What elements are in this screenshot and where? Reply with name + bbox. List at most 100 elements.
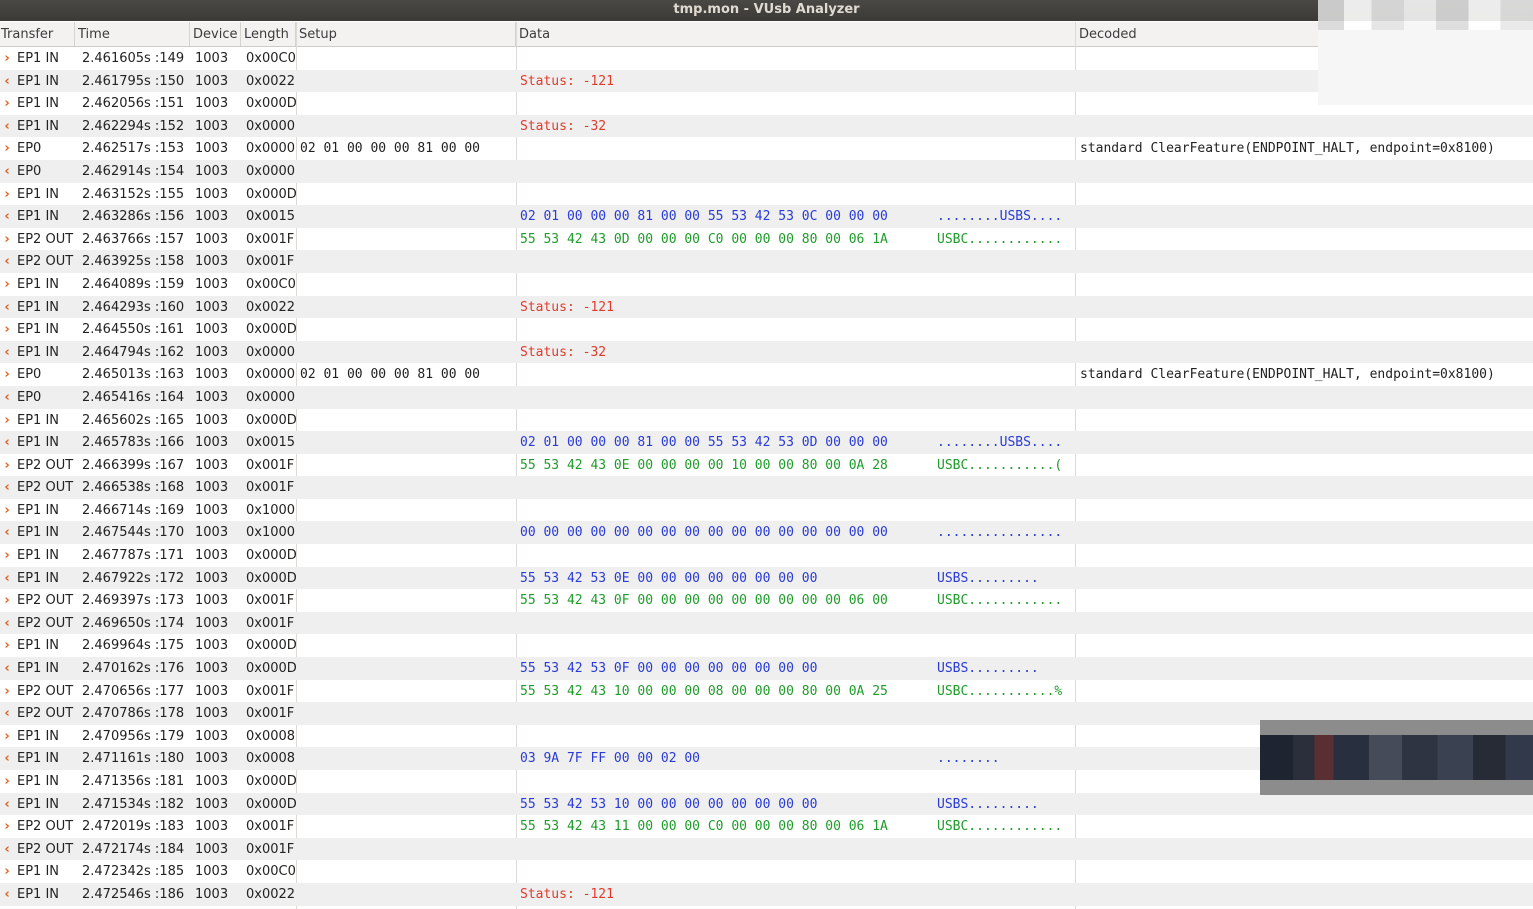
complete-arrow-icon: ‹ (4, 435, 10, 451)
transfer-label: EP1 IN (17, 886, 60, 902)
table-row[interactable]: ‹ EP1 IN 2.471534s :182 1003 0x000D 55 53 42 … (0, 792, 1533, 816)
table-row[interactable]: › EP2 OUT 2.469397s :173 1003 0x001F 55 53 42… (0, 589, 1533, 612)
length-cell: 0x001F (246, 480, 295, 496)
data-cell: Status: -121 (520, 73, 614, 89)
data-cell: 55 53 42 53 10 00 00 00 00 00 00 00 00 (520, 796, 818, 812)
column-header-time[interactable]: Time (75, 22, 190, 46)
device-cell: 1003 (195, 819, 229, 835)
table-row[interactable]: › EP1 IN 2.464089s :159 1003 0x00C0 (0, 273, 1533, 296)
length-cell: 0x000D (246, 412, 297, 428)
table-row[interactable]: › EP2 OUT 2.472019s :183 1003 0x001F 55 53 42… (0, 815, 1533, 838)
length-cell: 0x000D (246, 774, 297, 789)
table-row[interactable]: ‹ EP0 2.462914s :154 1003 0x0000 (0, 159, 1533, 183)
table-row[interactable]: › EP1 IN 2.464550s :161 1003 0x000D (0, 318, 1533, 341)
length-cell: 0x001F (246, 231, 295, 247)
table-row[interactable]: › EP0 2.462517s :153 1003 0x0000 02 01 00 00 … (0, 137, 1533, 160)
table-row[interactable]: ‹ EP2 OUT 2.469650s :174 1003 0x001F (0, 611, 1533, 635)
column-header-length[interactable]: Length (241, 22, 296, 46)
time-cell: 2.465602s :165 (82, 412, 185, 428)
transfer-cell: › EP1 IN (0, 273, 74, 296)
time-cell: 2.472342s :185 (82, 864, 185, 880)
submit-arrow-icon: › (4, 96, 10, 112)
table-row[interactable]: ‹ EP2 OUT 2.466538s :168 1003 0x001F (0, 476, 1533, 499)
time-cell: 2.465013s :163 (82, 367, 185, 383)
column-header-transfer[interactable]: Transfer (0, 22, 75, 46)
device-cell: 1003 (195, 118, 229, 134)
complete-arrow-icon: ‹ (4, 661, 10, 677)
transfer-cell: › EP1 IN (0, 499, 74, 522)
table-row[interactable]: › EP2 OUT 2.470656s :177 1003 0x001F 55 53 42… (0, 680, 1533, 703)
device-cell: 1003 (195, 661, 229, 677)
table-row[interactable]: ‹ EP1 IN 2.461795s :150 1003 0x0022 Status: -… (0, 69, 1533, 93)
length-cell: 0x0015 (246, 435, 296, 451)
column-header-device[interactable]: Device (190, 22, 241, 46)
length-cell: 0x0008 (246, 728, 296, 744)
device-cell: 1003 (195, 344, 229, 360)
submit-arrow-icon: › (4, 502, 10, 518)
transfer-cell: ‹ EP1 IN (0, 883, 74, 906)
table-row[interactable]: › EP2 OUT 2.463766s :157 1003 0x001F 55 53 42… (0, 228, 1533, 251)
submit-arrow-icon: › (4, 322, 10, 338)
table-row[interactable]: ‹ EP1 IN 2.463286s :156 1003 0x0015 02 01 00 … (0, 205, 1533, 228)
time-cell: 2.472546s :186 (82, 886, 185, 902)
table-row[interactable]: ‹ EP1 IN 2.470162s :176 1003 0x000D 55 53 42 … (0, 657, 1533, 680)
submit-arrow-icon: › (4, 728, 10, 744)
submit-arrow-icon: › (4, 819, 10, 835)
device-cell: 1003 (195, 254, 229, 270)
table-row[interactable]: ‹ EP2 OUT 2.472174s :184 1003 0x001F (0, 837, 1533, 861)
table-row[interactable]: ‹ EP1 IN 2.464794s :162 1003 0x0000 Status: -… (0, 340, 1533, 364)
table-row[interactable]: › EP1 IN 2.472342s :185 1003 0x00C0 (0, 860, 1533, 883)
length-cell: 0x0015 (246, 209, 296, 225)
device-cell: 1003 (195, 728, 229, 744)
column-header-setup[interactable]: Setup (296, 22, 516, 46)
transfer-cell: ‹ EP0 (0, 160, 74, 183)
table-row[interactable]: › EP1 IN 2.469964s :175 1003 0x000D (0, 634, 1533, 657)
device-cell: 1003 (195, 706, 229, 722)
length-cell: 0x0000 (246, 118, 296, 134)
transfer-cell: ‹ EP2 OUT (0, 838, 74, 861)
length-cell: 0x0022 (246, 886, 296, 902)
table-row[interactable]: ‹ EP1 IN 2.467922s :172 1003 0x000D 55 53 42 … (0, 566, 1533, 590)
data-cell: Status: -121 (520, 299, 614, 315)
table-row[interactable]: › EP1 IN 2.465602s :165 1003 0x000D (0, 409, 1533, 432)
table-row[interactable]: ‹ EP1 IN 2.462294s :152 1003 0x0000 Status: -… (0, 114, 1533, 138)
column-header-data[interactable]: Data (516, 22, 1076, 46)
device-cell: 1003 (195, 209, 229, 225)
table-row[interactable]: ‹ EP1 IN 2.465783s :166 1003 0x0015 02 01 00 … (0, 431, 1533, 454)
length-cell: 0x001F (246, 706, 295, 722)
table-row[interactable]: › EP0 2.465013s :163 1003 0x0000 02 01 00 00 … (0, 363, 1533, 386)
data-cell: 55 53 42 43 0E 00 00 00 00 10 00 00 80 0… (520, 457, 888, 473)
submit-arrow-icon: › (4, 683, 10, 699)
time-cell: 2.471356s :181 (82, 774, 185, 789)
table-row[interactable]: › EP2 OUT 2.466399s :167 1003 0x001F 55 53 42… (0, 454, 1533, 477)
data-cell: 55 53 42 53 0F 00 00 00 00 00 00 00 00 (520, 661, 818, 677)
length-cell: 0x000D (246, 661, 297, 677)
transfer-cell: ‹ EP1 IN (0, 793, 74, 816)
transfer-label: EP1 IN (17, 299, 60, 315)
complete-arrow-icon: ‹ (4, 344, 10, 360)
table-row[interactable]: › EP1 IN 2.467787s :171 1003 0x000D (0, 544, 1533, 567)
table-row[interactable]: ‹ EP1 IN 2.472546s :186 1003 0x0022 Status: -… (0, 882, 1533, 906)
time-cell: 2.470956s :179 (82, 728, 185, 744)
time-cell: 2.464089s :159 (82, 276, 185, 292)
transfer-cell: ‹ EP1 IN (0, 431, 74, 454)
table-row[interactable]: ‹ EP0 2.465416s :164 1003 0x0000 (0, 385, 1533, 409)
device-cell: 1003 (195, 548, 229, 564)
table-row[interactable]: ‹ EP1 IN 2.467544s :170 1003 0x1000 00 00 00 … (0, 521, 1533, 545)
table-row[interactable]: › EP1 IN 2.466714s :169 1003 0x1000 (0, 499, 1533, 522)
transfer-cell: ‹ EP1 IN (0, 115, 74, 138)
time-cell: 2.465783s :166 (82, 435, 185, 451)
transfer-label: EP0 (17, 367, 42, 383)
transfer-label: EP1 IN (17, 435, 60, 451)
table-row[interactable]: ‹ EP2 OUT 2.463925s :158 1003 0x001F (0, 250, 1533, 273)
time-cell: 2.462056s :151 (82, 96, 185, 112)
length-cell: 0x0022 (246, 73, 296, 89)
device-cell: 1003 (195, 751, 229, 767)
table-row[interactable]: ‹ EP1 IN 2.464293s :160 1003 0x0022 Status: -… (0, 295, 1533, 319)
table-row[interactable]: › EP1 IN 2.461605s :149 1003 0x00C0 (0, 47, 1533, 70)
table-row[interactable]: › EP1 IN 2.463152s :155 1003 0x000D (0, 183, 1533, 206)
table-row[interactable]: › EP1 IN 2.462056s :151 1003 0x000D (0, 92, 1533, 115)
transfer-label: EP1 IN (17, 661, 60, 677)
time-cell: 2.466399s :167 (82, 457, 185, 473)
submit-arrow-icon: › (4, 412, 10, 428)
